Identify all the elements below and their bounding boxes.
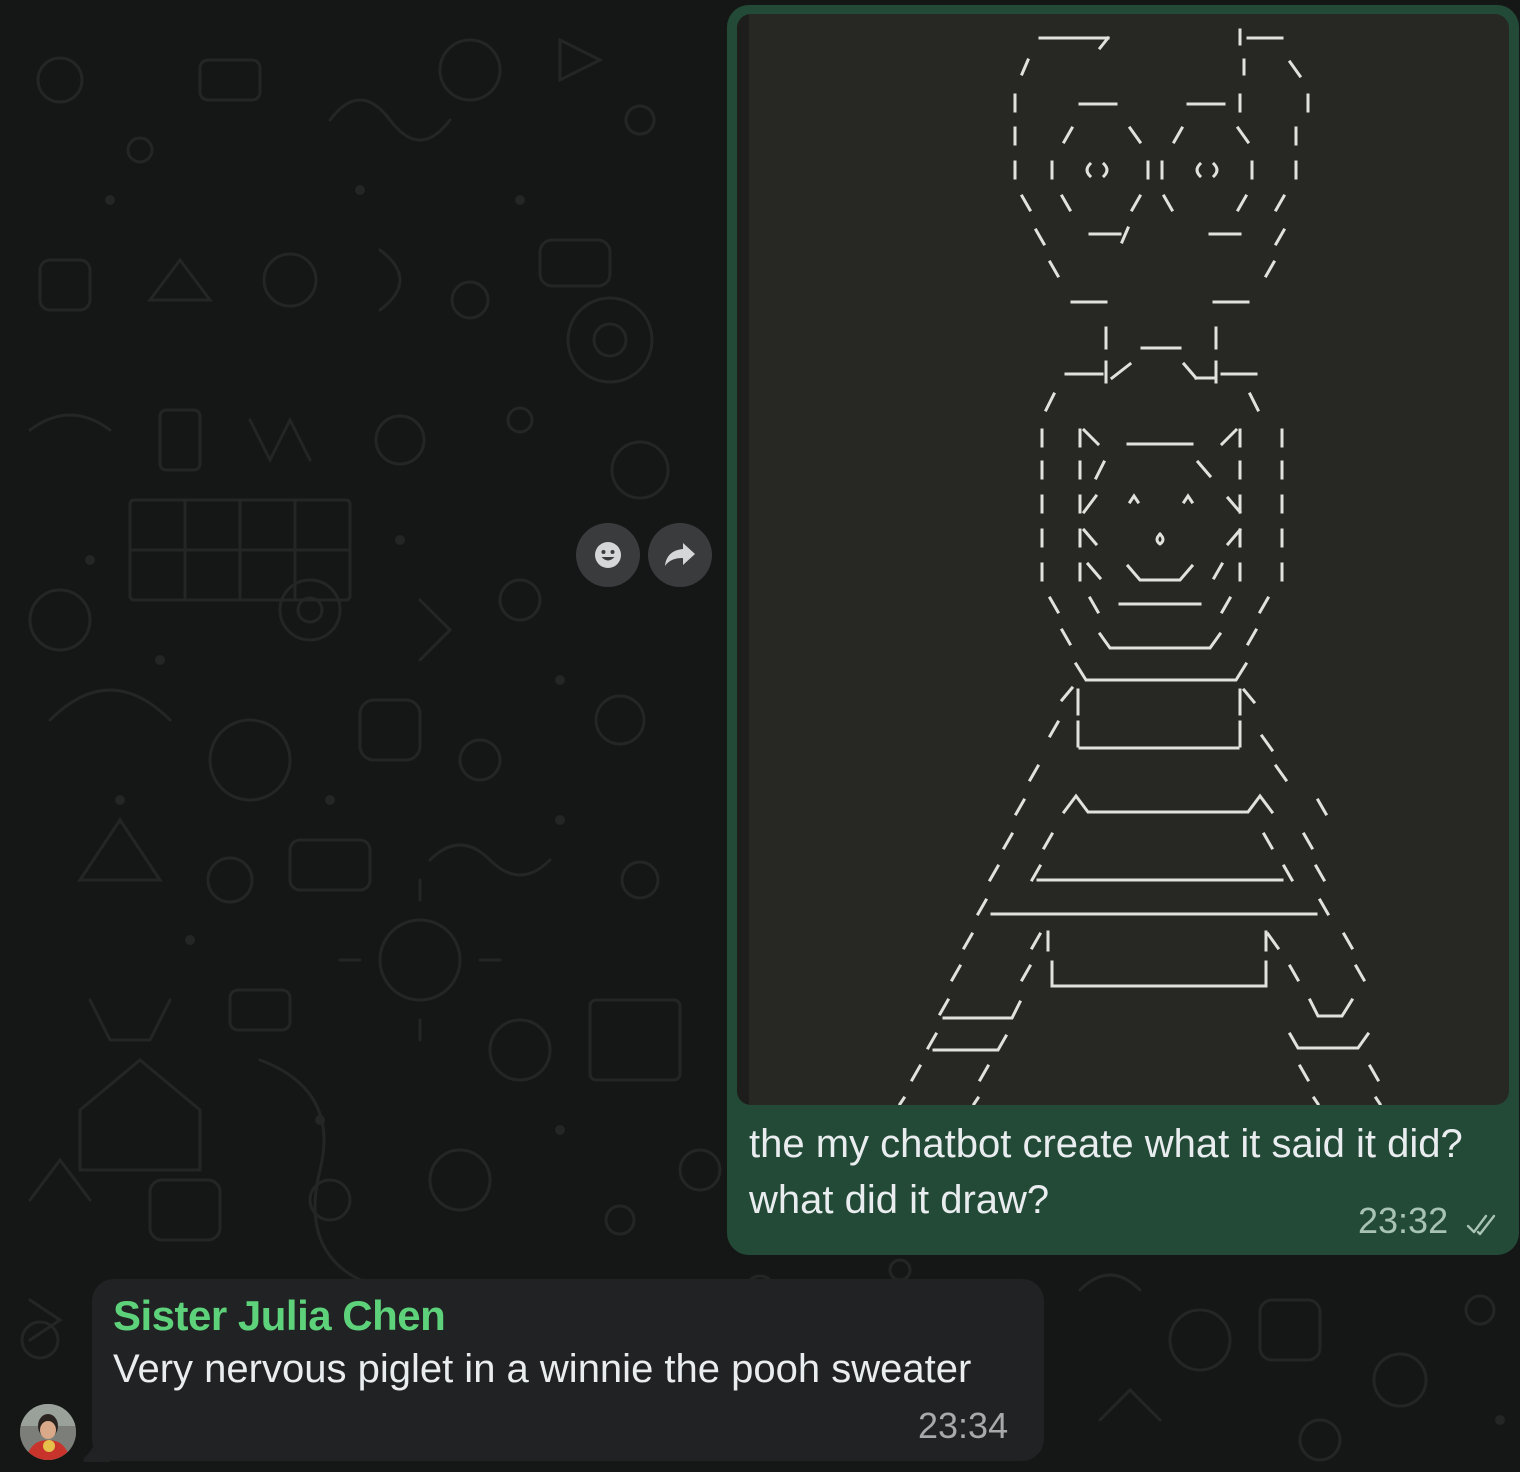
react-emoji-button[interactable] [576, 523, 640, 587]
ascii-art-image[interactable] [737, 14, 1509, 1105]
ascii-art-drawing [897, 28, 1383, 1105]
forward-button[interactable] [648, 523, 712, 587]
double-check-icon [1466, 1214, 1496, 1236]
incoming-message-text: Very nervous piglet in a winnie the pooh… [113, 1347, 972, 1391]
user-avatar-icon [20, 1404, 76, 1460]
outgoing-message-time: 23:32 [1358, 1200, 1449, 1241]
sender-avatar[interactable] [20, 1404, 76, 1460]
emoji-icon [595, 542, 621, 568]
chat-area: the my chatbot create what it said it di… [0, 0, 1520, 1472]
incoming-message-time: 23:34 [918, 1405, 1009, 1446]
forward-arrow-icon [665, 543, 695, 566]
sender-name[interactable]: Sister Julia Chen [113, 1291, 446, 1341]
